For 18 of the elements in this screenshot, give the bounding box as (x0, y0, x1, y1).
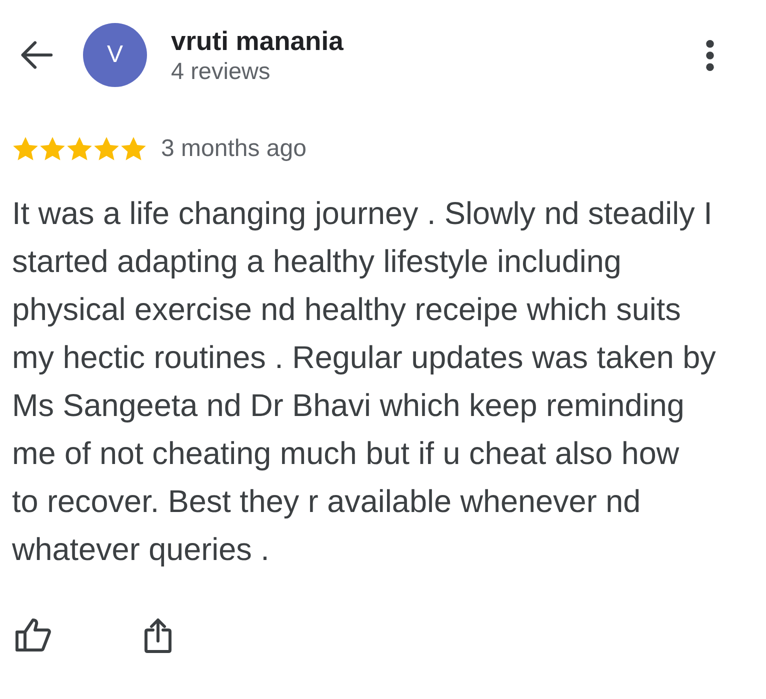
filled-star-icon (66, 136, 93, 162)
share-icon (144, 617, 172, 653)
reviewer-name: vruti manania (171, 26, 344, 56)
back-arrow-icon (19, 39, 53, 71)
review-text: It was a life changing journey . Slowly nd steadily I started adapting a healthy lifestyle including physical exercise nd healthy receipe which suits my hectic routines . Regular updates was taken by Ms Sangeeta nd Dr Bhavi which keep reminding me of not cheating much but if u cheat also how to recover. Best they r available whenever nd whatever queries . (11, 194, 717, 569)
filled-star-icon (93, 136, 120, 162)
filled-star-icon (120, 136, 147, 162)
avatar: V (83, 23, 147, 87)
thumbs-up-icon (15, 618, 51, 652)
more-options-icon (705, 38, 715, 72)
share-button[interactable] (144, 617, 172, 653)
like-button[interactable] (15, 618, 51, 652)
back-button[interactable] (19, 39, 53, 71)
review-count: 4 reviews (171, 56, 272, 84)
filled-star-icon (12, 136, 39, 162)
review-time: 3 months ago (161, 134, 306, 164)
filled-star-icon (39, 136, 66, 162)
more-options-button[interactable] (705, 38, 715, 72)
